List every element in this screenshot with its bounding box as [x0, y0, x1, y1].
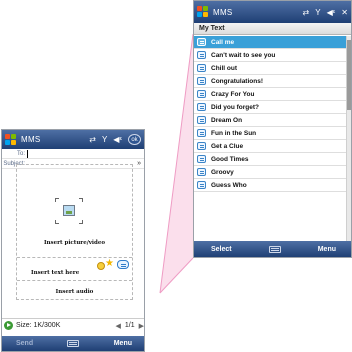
message-icon	[197, 142, 206, 150]
slide-area: Insert picture/video Insert text here ★ …	[16, 164, 133, 300]
message-icon	[197, 77, 206, 85]
text-caret	[27, 149, 28, 158]
send-softkey[interactable]: Send	[16, 340, 33, 347]
soft-key-bar: Select Menu	[194, 241, 351, 257]
my-text-icon[interactable]	[117, 260, 129, 269]
keyboard-icon[interactable]	[67, 340, 80, 347]
insert-picture-area[interactable]: Insert picture/video	[17, 165, 132, 253]
list-item-label: Dream On	[211, 116, 243, 124]
list-item[interactable]: Did you forget?	[194, 101, 351, 114]
list-item[interactable]: Chill out	[194, 62, 351, 75]
to-label: To:	[16, 150, 25, 157]
windows-start-icon[interactable]	[5, 133, 17, 146]
scrollbar-thumb[interactable]	[347, 40, 351, 110]
prev-page-icon[interactable]: ◀	[115, 322, 120, 330]
windows-start-icon[interactable]	[197, 6, 209, 18]
soft-key-bar: Send Menu	[2, 336, 144, 351]
title-bar: MMS ⇄ Y ◀ᵋ ok	[2, 130, 144, 149]
message-icon	[197, 181, 206, 189]
list-item-label: Fun in the Sun	[211, 129, 257, 137]
list-item-label: Crazy For You	[211, 90, 255, 98]
favorite-star-icon[interactable]: ★	[105, 259, 114, 269]
insert-text-area[interactable]: Insert text here ★	[17, 257, 132, 281]
expand-arrow-icon	[79, 220, 83, 224]
expand-arrow-icon	[55, 220, 59, 224]
page-indicator: 1/1	[124, 322, 135, 329]
list-item-label: Call me	[211, 38, 235, 46]
list-item-label: Groovy	[211, 168, 234, 176]
to-field[interactable]: To:	[2, 149, 144, 159]
scrollbar[interactable]	[346, 36, 351, 243]
volume-icon[interactable]: ◀ᵋ	[113, 135, 122, 144]
my-text-screen: MMS ⇄ Y ◀ᵋ ✕ My Text Call me Can't wait t…	[193, 0, 352, 258]
list-item[interactable]: Call me	[194, 36, 351, 49]
compose-screen: MMS ⇄ Y ◀ᵋ ok To: Subject: » Insert pict…	[1, 129, 145, 352]
list-item[interactable]: Congratulations!	[194, 75, 351, 88]
title-bar: MMS ⇄ Y ◀ᵋ ✕	[194, 1, 351, 23]
connectivity-icon[interactable]: ⇄	[89, 135, 96, 144]
message-icon	[197, 103, 206, 111]
insert-text-label: Insert text here	[31, 270, 80, 276]
list-item[interactable]: Can't wait to see you	[194, 49, 351, 62]
ok-button[interactable]: ok	[128, 134, 141, 145]
message-icon	[197, 64, 206, 72]
message-icon	[197, 90, 206, 98]
signal-icon[interactable]: Y	[102, 135, 107, 144]
message-icon	[197, 116, 206, 124]
message-icon	[197, 155, 206, 163]
picture-icon	[63, 205, 75, 216]
list-item[interactable]: Good Times	[194, 153, 351, 166]
message-icon	[197, 129, 206, 137]
list-item-label: Guess Who	[211, 181, 247, 189]
my-text-list: Call me Can't wait to see you Chill out Con…	[194, 36, 351, 243]
list-item[interactable]: Get a Clue	[194, 140, 351, 153]
message-icon	[197, 168, 206, 176]
list-item[interactable]: Groovy	[194, 166, 351, 179]
expand-arrow-icon	[55, 198, 59, 202]
list-item[interactable]: Guess Who	[194, 179, 351, 192]
message-icon	[197, 38, 206, 46]
list-item-label: Congratulations!	[211, 77, 263, 85]
insert-picture-label: Insert picture/video	[43, 240, 106, 246]
close-icon[interactable]: ✕	[341, 8, 348, 17]
status-bar: Size: 1K/300K ◀ 1/1 ▶	[2, 318, 144, 332]
menu-softkey[interactable]: Menu	[114, 340, 132, 347]
app-title: MMS	[213, 7, 233, 17]
list-item[interactable]: Dream On	[194, 114, 351, 127]
connectivity-icon[interactable]: ⇄	[303, 8, 310, 17]
menu-softkey[interactable]: Menu	[318, 246, 336, 253]
list-item-label: Good Times	[211, 155, 249, 163]
list-item[interactable]: Fun in the Sun	[194, 127, 351, 140]
list-item-label: Can't wait to see you	[211, 51, 276, 59]
list-header: My Text	[194, 23, 351, 35]
list-item-label: Get a Clue	[211, 142, 244, 150]
list-item-label: Did you forget?	[211, 103, 260, 111]
select-softkey[interactable]: Select	[211, 246, 232, 253]
emoticon-icon[interactable]	[97, 262, 105, 270]
signal-icon[interactable]: Y	[315, 8, 320, 17]
size-readout: Size: 1K/300K	[16, 322, 61, 329]
list-item[interactable]: Crazy For You	[194, 88, 351, 101]
next-page-icon[interactable]: ▶	[139, 322, 144, 330]
list-item-label: Chill out	[211, 64, 237, 72]
volume-icon[interactable]: ◀ᵋ	[327, 8, 336, 17]
insert-audio-label[interactable]: Insert audio	[17, 289, 132, 295]
expand-chevron-icon[interactable]: »	[137, 160, 141, 167]
message-icon	[197, 51, 206, 59]
expand-arrow-icon	[79, 198, 83, 202]
keyboard-icon[interactable]	[268, 245, 281, 253]
play-icon[interactable]	[4, 321, 13, 330]
app-title: MMS	[21, 135, 41, 144]
